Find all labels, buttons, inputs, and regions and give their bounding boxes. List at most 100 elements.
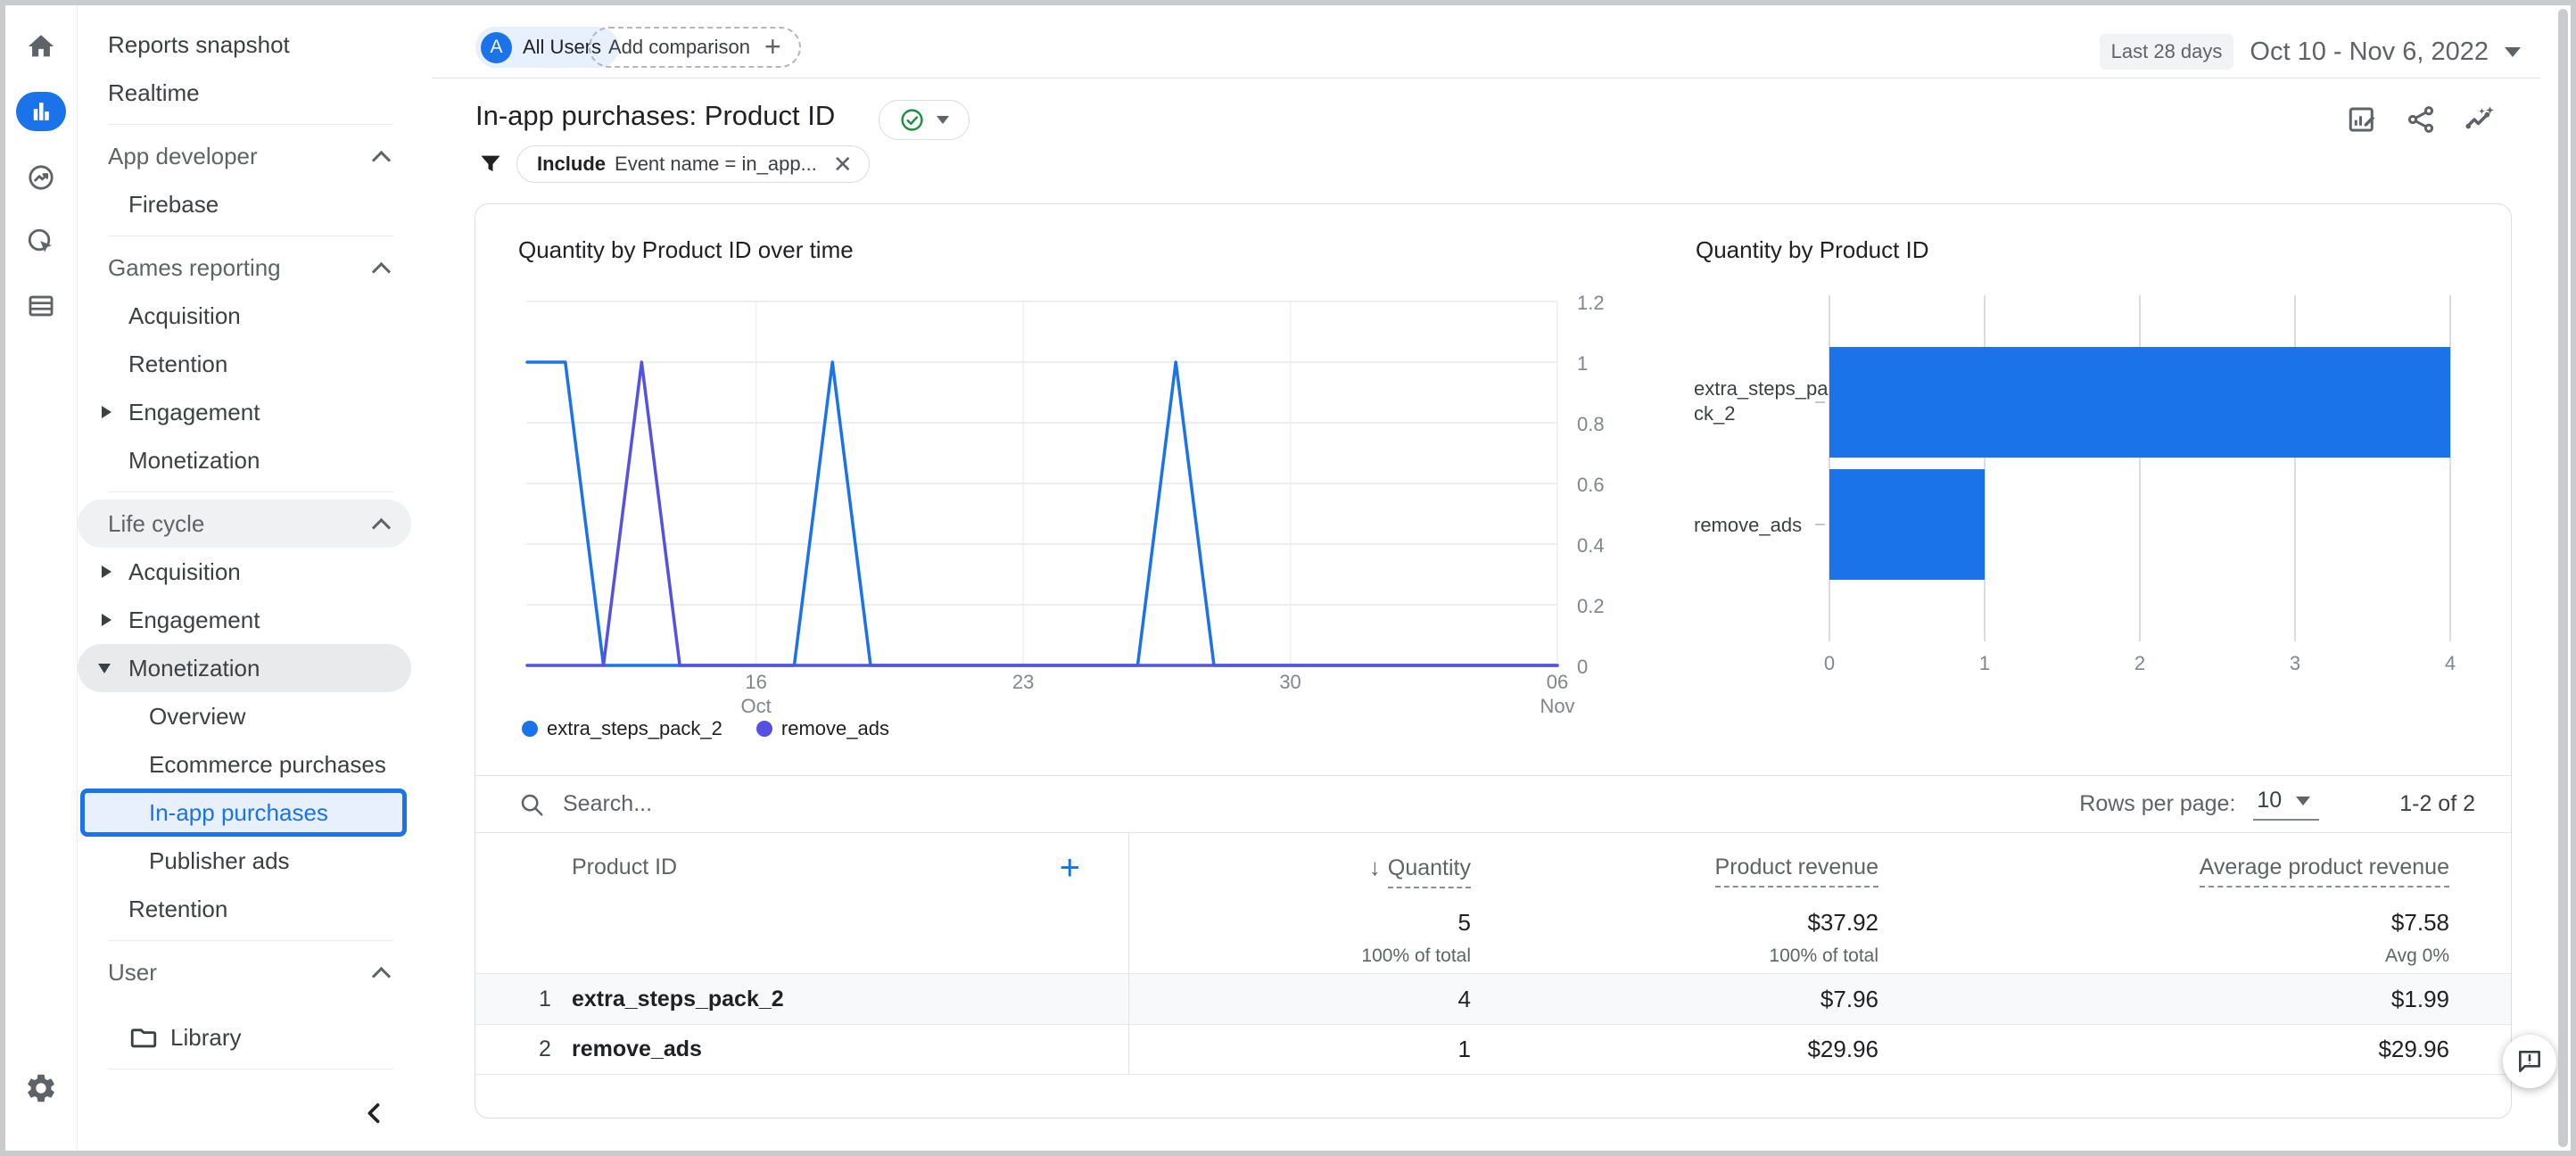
rows-per-page-value: 10 xyxy=(2257,788,2283,813)
y-axis-label: 1.2 xyxy=(1577,292,1605,314)
totals-average-product-revenue: $7.58 xyxy=(2390,908,2449,936)
date-range-selector[interactable]: Last 28 days Oct 10 - Nov 6, 2022 xyxy=(2099,34,2521,70)
collapsed-arrow-icon xyxy=(102,614,111,626)
sidebar-item-ecommerce-purchases[interactable]: Ecommerce purchases xyxy=(78,740,411,789)
filter-chip[interactable]: Include Event name = in_app... ✕ xyxy=(516,145,870,183)
sidebar-item-engagement[interactable]: Engagement xyxy=(78,388,411,436)
column-header-product-id[interactable]: Product ID xyxy=(572,855,677,880)
insights-icon[interactable] xyxy=(2462,102,2498,137)
y-axis-label: 0.2 xyxy=(1577,595,1605,617)
column-header-quantity[interactable]: ↓ Quantity xyxy=(1128,854,1492,888)
sort-desc-icon: ↓ xyxy=(1368,854,1381,880)
line-series-remove_ads xyxy=(525,360,1559,667)
totals-quantity-note: 100% of total xyxy=(1361,945,1471,966)
report-status-button[interactable] xyxy=(879,100,970,140)
bar-chart-title: Quantity by Product ID xyxy=(1696,236,1929,263)
y-axis-label: 0 xyxy=(1577,656,1588,678)
pagination-controls: Rows per page: 10 1-2 of 2 xyxy=(2079,788,2475,821)
sidebar-item-monetization[interactable]: Monetization xyxy=(78,436,411,484)
sidebar-item-label: Retention xyxy=(128,895,228,922)
vertical-scrollbar[interactable] xyxy=(2558,9,2568,1147)
x-axis-label: 30 xyxy=(1279,671,1300,693)
nav-section-label: User xyxy=(108,958,157,986)
customize-report-icon[interactable] xyxy=(2344,102,2380,137)
reports-icon[interactable] xyxy=(16,92,66,131)
cell-product-id: remove_ads xyxy=(572,1036,702,1061)
sidebar-item-retention[interactable]: Retention xyxy=(78,885,411,933)
cell-product-id: extra_steps_pack_2 xyxy=(572,986,784,1012)
add-comparison-label: Add comparison xyxy=(608,36,750,58)
y-axis-label: 0.4 xyxy=(1577,534,1605,557)
table-row: 2 remove_ads 1 $29.96 $29.96 xyxy=(475,1024,2511,1075)
sidebar-item-firebase[interactable]: Firebase xyxy=(78,180,411,228)
sidebar-item-overview[interactable]: Overview xyxy=(78,692,411,740)
table-rows-icon[interactable] xyxy=(16,286,66,326)
explore-icon[interactable] xyxy=(16,158,66,197)
collapsed-arrow-icon xyxy=(102,566,111,578)
feedback-button[interactable] xyxy=(2503,1035,2556,1088)
share-icon[interactable] xyxy=(2403,102,2439,137)
rows-per-page-select[interactable]: 10 xyxy=(2253,788,2320,821)
sidebar-item-in-app-purchases[interactable]: In-app purchases xyxy=(80,789,407,837)
bar-remove_ads xyxy=(1829,469,1985,580)
legend-label: extra_steps_pack_2 xyxy=(547,717,722,739)
nav-section-user[interactable]: User xyxy=(78,948,411,996)
table-row: 1 extra_steps_pack_2 4 $7.96 $1.99 xyxy=(475,973,2511,1024)
home-icon[interactable] xyxy=(16,27,66,66)
cell-average-product-revenue: $1.99 xyxy=(2390,985,2449,1012)
sidebar-item-label: Library xyxy=(170,1023,242,1051)
category-label: extra_steps_pa xyxy=(1694,377,1829,400)
chevron-down-icon xyxy=(2505,46,2521,57)
filter-chip-text: Event name = in_app... xyxy=(615,153,817,175)
table-header-row: Product ID + ↓ Quantity Product revenue A… xyxy=(475,832,2511,902)
sidebar-item-label: Realtime xyxy=(108,78,200,106)
legend-label: remove_ads xyxy=(780,717,889,739)
sidebar-item-publisher-ads[interactable]: Publisher ads xyxy=(78,837,411,885)
sidebar-item-label: Acquisition xyxy=(128,301,241,329)
line-series-extra_steps_pack_2 xyxy=(525,360,1559,667)
sidebar-item-reports-snapshot[interactable]: Reports snapshot xyxy=(78,21,411,69)
column-header-product-revenue[interactable]: Product revenue xyxy=(1492,855,1900,888)
sidebar-item-realtime[interactable]: Realtime xyxy=(78,69,411,117)
collapse-sidebar-button[interactable] xyxy=(355,1094,394,1133)
sidebar-item-monetization[interactable]: Monetization xyxy=(78,644,411,692)
rows-per-page-label: Rows per page: xyxy=(2079,791,2236,816)
sidebar-item-label: Engagement xyxy=(128,398,260,425)
cell-rank: 2 xyxy=(539,1036,551,1061)
sidebar-item-label: Acquisition xyxy=(128,557,241,585)
gear-icon[interactable] xyxy=(21,1069,61,1108)
x-axis-label: 2 xyxy=(2134,652,2145,674)
add-comparison-chip[interactable]: Add comparison + xyxy=(589,27,801,68)
report-table: Rows per page: 10 1-2 of 2 Product ID + … xyxy=(475,775,2511,1075)
sidebar-item-acquisition[interactable]: Acquisition xyxy=(78,292,411,340)
x-axis-label: 06 xyxy=(1547,671,1568,693)
sidebar-item-engagement[interactable]: Engagement xyxy=(78,596,411,644)
avatar: A xyxy=(481,31,512,63)
chevron-down-icon xyxy=(937,116,949,124)
pagination-status: 1-2 of 2 xyxy=(2399,791,2475,816)
nav-section-games-reporting[interactable]: Games reporting xyxy=(78,244,411,292)
nav-section-life-cycle[interactable]: Life cycle xyxy=(78,500,411,548)
sidebar-item-label: Overview xyxy=(149,702,246,730)
table-search-row: Rows per page: 10 1-2 of 2 xyxy=(475,775,2511,832)
sidebar-item-library[interactable]: Library xyxy=(78,1013,411,1061)
sidebar-item-label: Engagement xyxy=(128,606,260,633)
cell-quantity: 4 xyxy=(1457,985,1471,1012)
search-input[interactable] xyxy=(561,790,1189,818)
legend-dot-icon xyxy=(522,721,538,737)
add-column-icon[interactable]: + xyxy=(1060,850,1080,886)
feedback-icon xyxy=(2519,1051,2540,1072)
legend-item: remove_ads xyxy=(755,717,889,740)
nav-divider xyxy=(108,491,393,492)
sidebar-item-acquisition[interactable]: Acquisition xyxy=(78,548,411,596)
close-icon[interactable]: ✕ xyxy=(833,151,853,178)
advertising-icon[interactable] xyxy=(16,222,66,261)
totals-quantity: 5 xyxy=(1457,908,1471,936)
chevron-down-icon xyxy=(2296,796,2311,805)
column-header-average-product-revenue[interactable]: Average product revenue xyxy=(1900,855,2471,888)
table-column-divider xyxy=(1128,832,1129,1075)
sidebar-item-retention[interactable]: Retention xyxy=(78,340,411,388)
nav-section-app-developer[interactable]: App developer xyxy=(78,132,411,180)
line-chart-svg: 0 0.2 0.4 0.6 0.8 1 1.2 16 Oct 23 30 06 Nov xyxy=(525,292,1605,714)
nav-divider xyxy=(108,235,393,236)
